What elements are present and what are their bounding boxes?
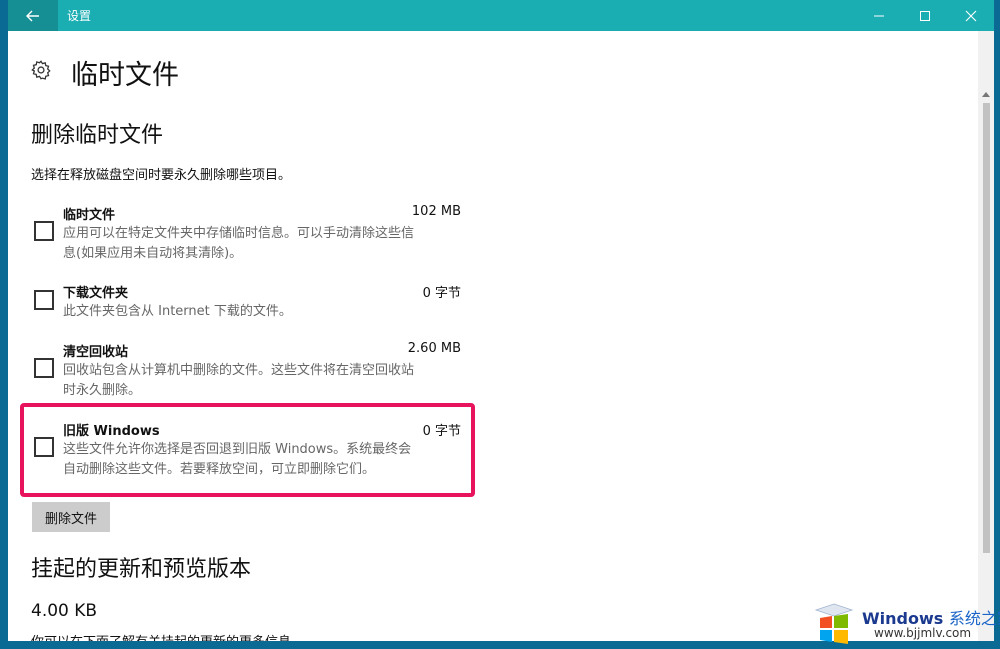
section-description: 选择在释放磁盘空间时要永久删除哪些项目。 (31, 168, 292, 183)
item-desc-line: 息(如果应用未自动将其清除)。 (63, 246, 243, 261)
list-item-recycle-bin[interactable]: 清空回收站 2.60 MB 回收站包含从计算机中删除的文件。这些文件将在清空回收… (30, 341, 470, 401)
list-item-downloads[interactable]: 下载文件夹 0 字节 此文件夹包含从 Internet 下载的文件。 (30, 282, 470, 322)
item-description: 这些文件允许你选择是否回退到旧版 Windows。系统最终会 自动删除这些文件。… (63, 440, 468, 480)
item-desc-line: 此文件夹包含从 Internet 下载的文件。 (63, 304, 292, 319)
pending-updates-text: 你可以在下面了解有关挂起的更新的更多信息 (31, 631, 291, 641)
item-size: 2.60 MB (407, 341, 461, 356)
delete-files-button[interactable]: 删除文件 (32, 502, 110, 532)
window-title: 设置 (67, 9, 92, 23)
item-desc-line: 自动删除这些文件。若要释放空间，可立即删除它们。 (63, 462, 376, 477)
item-description: 应用可以在特定文件夹中存储临时信息。可以手动清除这些信 息(如果应用未自动将其清… (63, 224, 468, 264)
windows-logo-icon (814, 603, 854, 644)
item-name: 清空回收站 (63, 345, 129, 360)
watermark-url: www.bjjmlv.com (874, 626, 972, 640)
item-description: 回收站包含从计算机中删除的文件。这些文件将在清空回收站 时永久删除。 (63, 361, 468, 401)
list-item-temp-files[interactable]: 临时文件 102 MB 应用可以在特定文件夹中存储临时信息。可以手动清除这些信 … (30, 204, 470, 264)
close-icon (965, 10, 977, 21)
page-title: 临时文件 (71, 60, 179, 91)
item-description: 此文件夹包含从 Internet 下载的文件。 (63, 302, 468, 322)
minimize-button[interactable] (856, 0, 902, 31)
back-arrow-icon (26, 10, 39, 21)
item-name: 临时文件 (63, 208, 116, 223)
scroll-up-arrow-icon[interactable] (978, 91, 994, 101)
list-item-old-windows[interactable]: 旧版 Windows 0 字节 这些文件允许你选择是否回退到旧版 Windows… (30, 420, 470, 480)
title-bar: 设置 (8, 0, 994, 31)
item-size: 102 MB (411, 204, 461, 219)
maximize-button[interactable] (902, 0, 948, 31)
checkbox-recycle-bin[interactable] (34, 358, 54, 378)
item-desc-line: 时永久删除。 (63, 383, 142, 398)
checkbox-temp-files[interactable] (34, 221, 54, 241)
item-desc-line: 应用可以在特定文件夹中存储临时信息。可以手动清除这些信 (63, 226, 415, 241)
section-title-pending-updates: 挂起的更新和预览版本 (31, 557, 252, 582)
scrollbar[interactable] (978, 31, 994, 641)
gear-icon (31, 60, 51, 80)
scrollbar-thumb[interactable] (983, 103, 990, 553)
maximize-icon (920, 10, 930, 21)
site-watermark: Windows 系统之家 www.bjjmlv.com (812, 598, 1000, 649)
item-size: 0 字节 (422, 424, 461, 439)
item-size: 0 字节 (422, 286, 461, 301)
minimize-icon (874, 15, 884, 16)
settings-window: 设置 临时文件 删除临时文件 选择在释放磁盘空间时要永久删除哪些项目。 临时文件… (8, 0, 994, 641)
pending-updates-size: 4.00 KB (31, 601, 98, 621)
content-area: 临时文件 删除临时文件 选择在释放磁盘空间时要永久删除哪些项目。 临时文件 10… (8, 31, 976, 641)
close-button[interactable] (948, 0, 994, 31)
item-desc-line: 这些文件允许你选择是否回退到旧版 Windows。系统最终会 (63, 442, 412, 457)
checkbox-old-windows[interactable] (34, 437, 54, 457)
item-name: 旧版 Windows (63, 424, 160, 439)
item-name: 下载文件夹 (63, 286, 129, 301)
back-button[interactable] (8, 0, 58, 31)
checkbox-downloads[interactable] (34, 290, 54, 310)
section-title-delete-temp: 删除临时文件 (31, 123, 164, 148)
item-desc-line: 回收站包含从计算机中删除的文件。这些文件将在清空回收站 (63, 363, 415, 378)
